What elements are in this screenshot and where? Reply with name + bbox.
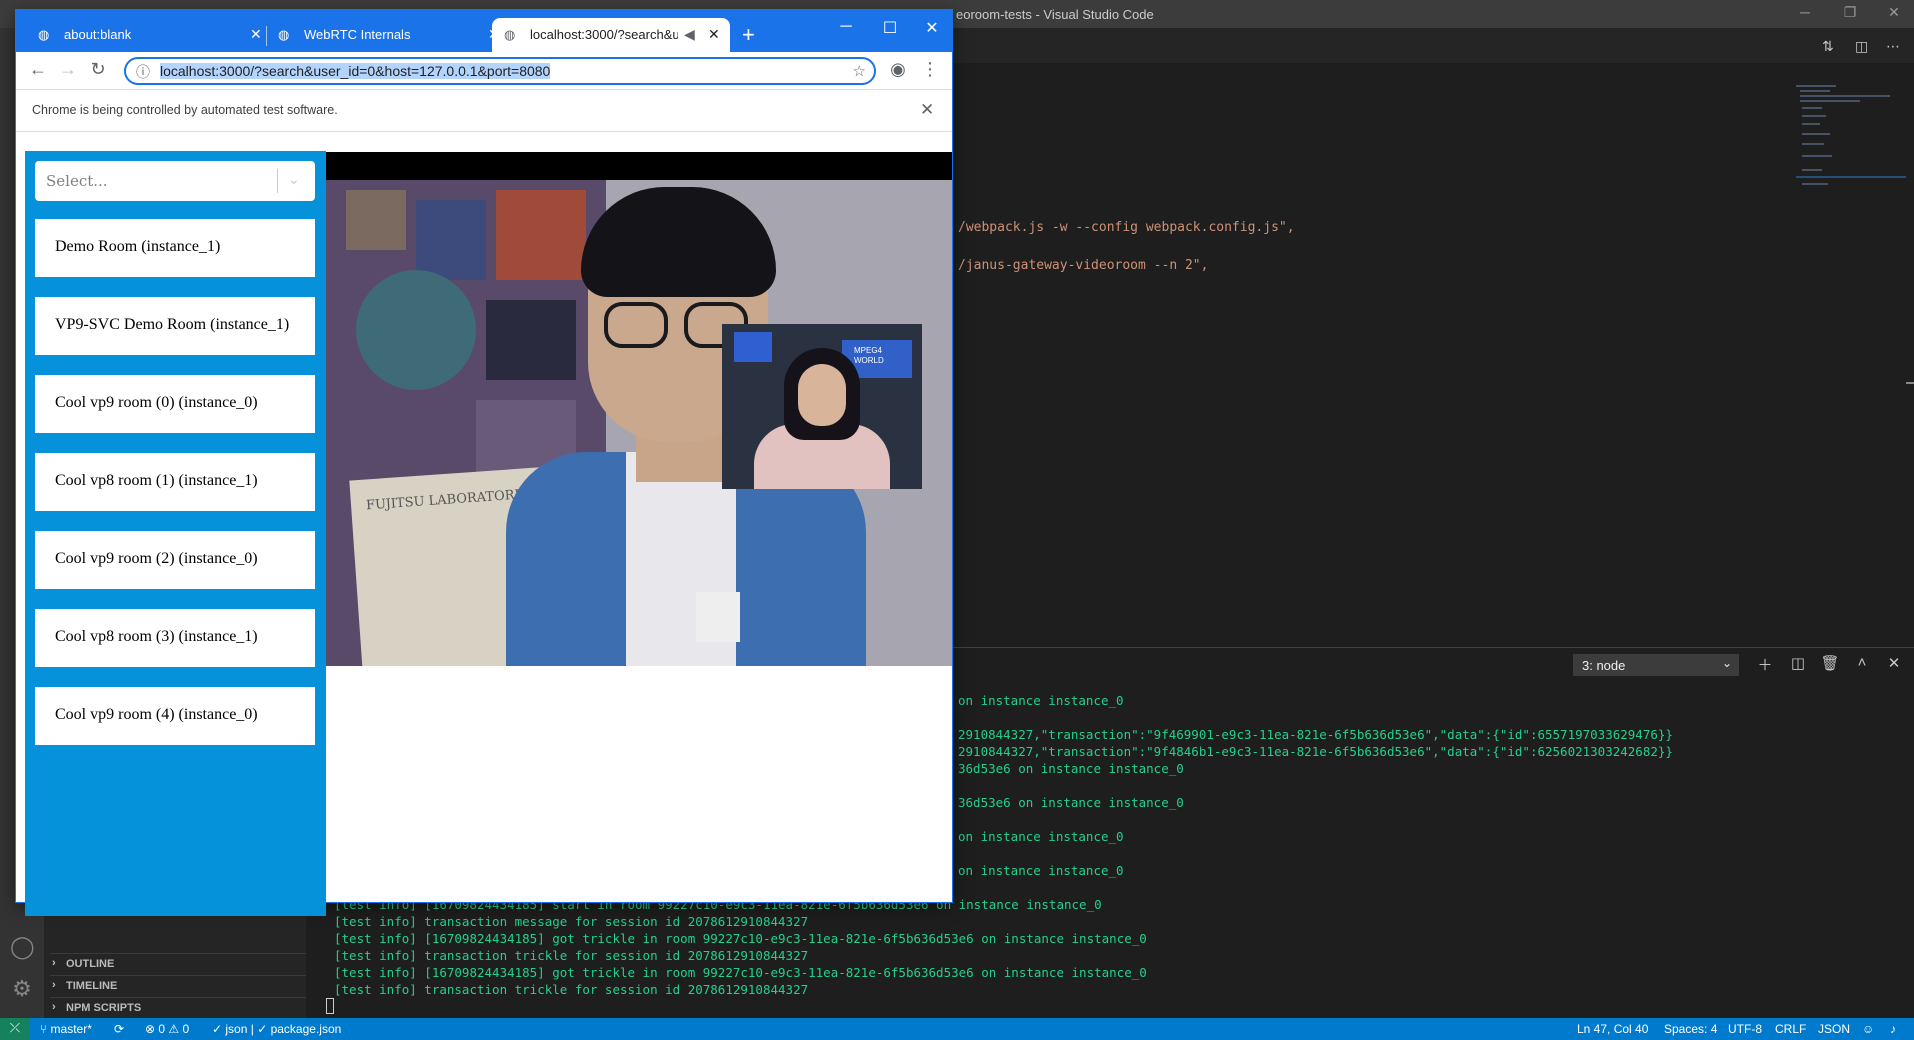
presenter-face (798, 364, 846, 426)
close-icon[interactable]: ✕ (920, 100, 934, 120)
local-video-pip[interactable]: MPEG4 WORLD (722, 324, 922, 489)
terminal-select[interactable]: 3: node (1573, 654, 1739, 676)
terminal-line: [test info] transaction trickle for sess… (334, 982, 809, 997)
problems-status[interactable]: ⊗ 0 ⚠ 0 (145, 1022, 189, 1036)
trash-icon[interactable]: 🗑 (1820, 654, 1840, 672)
globe-icon: ◍ (38, 27, 50, 42)
source-control-icon[interactable]: ⇅ (1822, 38, 1834, 55)
terminal-line: 36d53e6 on instance instance_0 (958, 761, 1184, 776)
room-item[interactable]: Cool vp8 room (1) (instance_1) (35, 453, 315, 511)
terminal-line: 2910844327,"transaction":"9f4846b1-e9c3-… (958, 744, 1673, 759)
split-terminal-icon[interactable]: ◫ (1788, 654, 1808, 672)
room-item[interactable]: Cool vp8 room (3) (instance_1) (35, 609, 315, 667)
terminal-line: on instance instance_0 (958, 693, 1124, 708)
branch-icon: ⑂ (40, 1022, 51, 1036)
maximize-panel-icon[interactable]: ˄ (1852, 654, 1872, 671)
address-bar[interactable]: ⓘ localhost:3000/?search&user_id=0&host=… (124, 57, 876, 85)
json-status[interactable]: ✓ json | ✓ package.json (212, 1022, 341, 1036)
chrome-toolbar: ← → ↻ ⓘ localhost:3000/?search&user_id=0… (16, 52, 952, 90)
chevron-right-icon: › (52, 979, 56, 991)
vscode-window-title: eoroom-tests - Visual Studio Code (956, 7, 1154, 22)
more-actions-icon[interactable]: ⋯ (1886, 38, 1900, 55)
chevron-down-icon: ⌄ (1722, 656, 1733, 670)
profile-icon[interactable]: ◉ (886, 59, 910, 80)
room-item[interactable]: Cool vp9 room (0) (instance_0) (35, 375, 315, 433)
globe-icon: ◍ (504, 27, 516, 42)
terminal-line: on instance instance_0 (958, 829, 1124, 844)
glasses (604, 302, 668, 348)
page-viewport: Select... ⌄ Demo Room (instance_1) VP9-S… (16, 133, 952, 916)
chevron-right-icon: › (52, 1001, 56, 1013)
sidebar-section-npm-scripts[interactable]: › NPM SCRIPTS (50, 997, 306, 1019)
vscode-close-icon[interactable]: ✕ (1884, 4, 1904, 21)
terminal-line: 36d53e6 on instance instance_0 (958, 795, 1184, 810)
code-line: /janus-gateway-videoroom --n 2", (958, 258, 1209, 273)
chrome-tab-strip: ◍ about:blank ✕ ◍ WebRTC Internals ✕ ◍ l… (16, 10, 952, 52)
new-tab-icon[interactable]: + (742, 22, 755, 48)
chevron-right-icon: › (52, 957, 56, 969)
url-text: localhost:3000/?search&user_id=0&host=12… (160, 63, 551, 79)
tab-about-blank[interactable]: ◍ about:blank ✕ (26, 18, 266, 52)
chrome-minimize-icon[interactable]: ─ (834, 18, 858, 36)
eol-status[interactable]: CRLF (1775, 1022, 1806, 1036)
encoding-status[interactable]: UTF-8 (1728, 1022, 1762, 1036)
info-icon[interactable]: ⓘ (136, 62, 150, 82)
menu-icon[interactable]: ⋮ (918, 59, 942, 80)
room-item[interactable]: VP9-SVC Demo Room (instance_1) (35, 297, 315, 355)
remote-icon[interactable]: ⤫ (0, 1018, 30, 1040)
terminal-line: [test info] transaction trickle for sess… (334, 948, 809, 963)
split-editor-icon[interactable]: ◫ (1855, 38, 1868, 55)
back-icon[interactable]: ← (26, 59, 50, 80)
gear-icon[interactable]: ⚙ (10, 976, 34, 1002)
automation-infobar: Chrome is being controlled by automated … (16, 90, 952, 132)
minimap[interactable] (1796, 85, 1906, 200)
sidebar-section-outline[interactable]: › OUTLINE (50, 953, 306, 975)
account-icon[interactable]: ◯ (10, 934, 35, 960)
globe-icon: ◍ (278, 27, 290, 42)
minimap-viewport[interactable] (1796, 176, 1906, 178)
room-list-panel: Select... ⌄ Demo Room (instance_1) VP9-S… (25, 151, 326, 916)
code-line: /webpack.js -w --config webpack.config.j… (958, 220, 1295, 235)
pip-screen-text: MPEG4 WORLD (854, 346, 884, 365)
infobar-message: Chrome is being controlled by automated … (32, 103, 338, 117)
terminal-cursor (326, 998, 334, 1014)
speaker-icon[interactable]: ◀ (684, 26, 695, 43)
forward-icon[interactable]: → (56, 59, 80, 80)
terminal-line: [test info] [16709824434185] got trickle… (334, 931, 1147, 946)
room-item[interactable]: Cool vp9 room (2) (instance_0) (35, 531, 315, 589)
room-item[interactable]: Cool vp9 room (4) (instance_0) (35, 687, 315, 745)
tab-webrtc-internals[interactable]: ◍ WebRTC Internals ✕ (266, 18, 506, 52)
chrome-maximize-icon[interactable]: ☐ (878, 18, 902, 38)
star-icon[interactable]: ☆ (853, 62, 866, 80)
terminal-line: on instance instance_0 (958, 863, 1124, 878)
chevron-down-icon: ⌄ (288, 171, 300, 187)
status-bar: ⤫ ⑂ master* ⟳ ⊗ 0 ⚠ 0 ✓ json | ✓ package… (0, 1018, 1914, 1040)
chrome-window: ◍ about:blank ✕ ◍ WebRTC Internals ✕ ◍ l… (16, 10, 952, 916)
tab-close-icon[interactable]: ✕ (250, 26, 262, 43)
sync-icon[interactable]: ⟳ (114, 1022, 124, 1036)
sidebar-section-timeline[interactable]: › TIMELINE (50, 975, 306, 997)
feedback-icon[interactable]: ☺ (1862, 1022, 1874, 1036)
page-blank-area (326, 666, 952, 902)
vscode-minimize-icon[interactable]: ─ (1795, 4, 1815, 20)
desktop: eoroom-tests - Visual Studio Code ─ ❐ ✕ … (0, 0, 1914, 1040)
bell-icon[interactable]: ♪ (1890, 1022, 1896, 1036)
chrome-close-icon[interactable]: ✕ (920, 18, 944, 38)
reload-icon[interactable]: ↻ (86, 59, 110, 80)
indentation-status[interactable]: Spaces: 4 (1664, 1022, 1717, 1036)
terminal-line: [test info] transaction message for sess… (334, 914, 809, 929)
close-panel-icon[interactable]: ✕ (1884, 654, 1904, 672)
room-select[interactable]: Select... ⌄ (35, 161, 315, 201)
tab-localhost[interactable]: ◍ localhost:3000/?search&use ◀ ✕ (492, 18, 730, 52)
room-item[interactable]: Demo Room (instance_1) (35, 219, 315, 277)
branch-status[interactable]: ⑂ master* (40, 1022, 92, 1036)
language-status[interactable]: JSON (1818, 1022, 1850, 1036)
terminal-line: [test info] [16709824434185] got trickle… (334, 965, 1147, 980)
editor-scrollbar[interactable] (1906, 382, 1914, 384)
vscode-restore-icon[interactable]: ❐ (1840, 4, 1860, 21)
new-terminal-icon[interactable]: ＋ (1755, 654, 1775, 675)
terminal-line: 2910844327,"transaction":"9f469901-e9c3-… (958, 727, 1673, 742)
tab-close-icon[interactable]: ✕ (708, 26, 720, 43)
cursor-position[interactable]: Ln 47, Col 40 (1577, 1022, 1648, 1036)
